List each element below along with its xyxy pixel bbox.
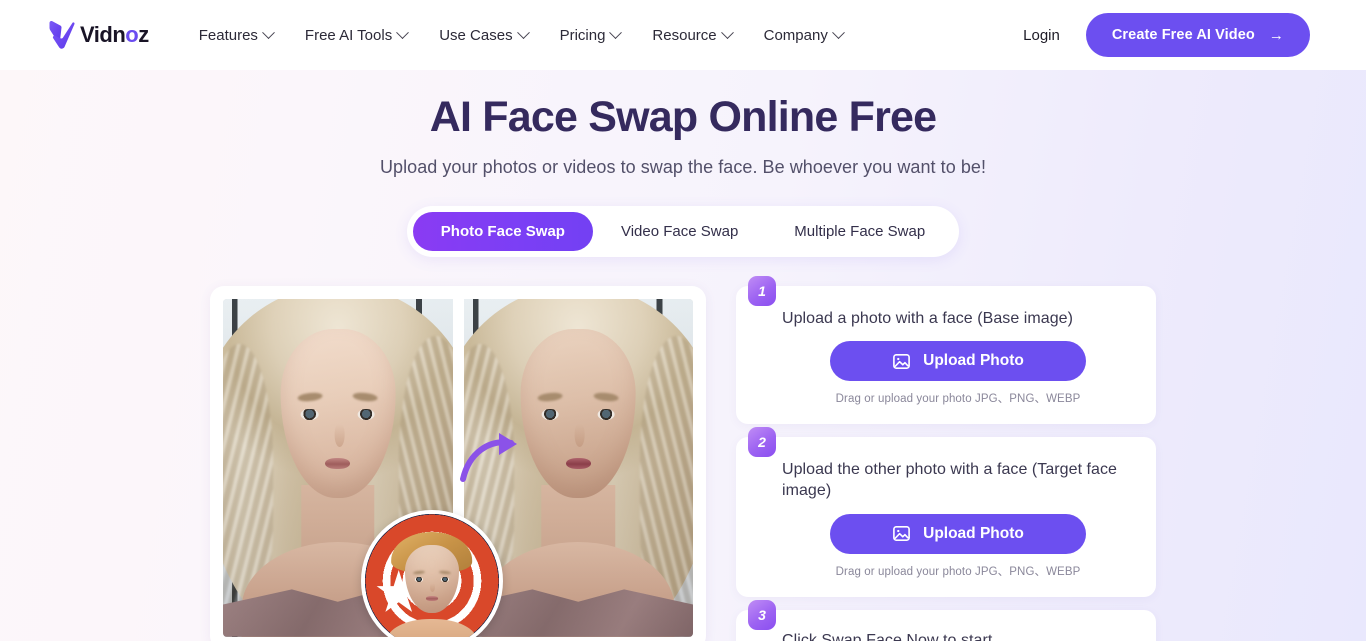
eye-right — [597, 408, 615, 421]
target-face-thumbnail — [361, 509, 503, 637]
nav-item-resource[interactable]: Resource — [636, 17, 747, 54]
nav-label: Resource — [652, 26, 717, 44]
upload-photo-button-1[interactable]: Upload Photo — [830, 341, 1086, 381]
upload-hint: Drag or upload your photo JPG、PNG、WEBP — [835, 393, 1081, 405]
vidnoz-logo[interactable]: Vidnoz — [48, 20, 149, 50]
mode-tabs: Photo Face Swap Video Face Swap Multiple… — [406, 205, 960, 257]
nav-label: Use Cases — [439, 26, 513, 44]
site-header: Vidnoz Features Free AI Tools Use Cases … — [0, 0, 1366, 70]
step-card-2: 2 Upload the other photo with a face (Ta… — [736, 427, 1156, 597]
step-number-badge: 1 — [748, 275, 776, 306]
main-nav: Features Free AI Tools Use Cases Pricing… — [183, 17, 859, 54]
arrow-right-icon: → — [1268, 26, 1284, 44]
mouth — [565, 457, 591, 470]
tab-photo-face-swap[interactable]: Photo Face Swap — [412, 211, 593, 251]
upload-button-label: Upload Photo — [923, 524, 1024, 542]
chevron-down-icon — [831, 25, 845, 39]
upload-button-label: Upload Photo — [923, 352, 1024, 369]
preview-images — [223, 298, 693, 637]
step-title: Click Swap Face Now to start — [782, 631, 993, 641]
nav-label: Company — [763, 26, 828, 44]
chevron-down-icon — [396, 25, 410, 39]
mode-tabs-wrapper: Photo Face Swap Video Face Swap Multiple… — [0, 205, 1366, 257]
upload-hint: Drag or upload your photo JPG、PNG、WEBP — [835, 565, 1081, 578]
login-link[interactable]: Login — [1023, 27, 1060, 44]
nav-item-features[interactable]: Features — [183, 17, 289, 54]
eye-left — [541, 408, 559, 421]
nose — [334, 423, 345, 448]
tab-multiple-face-swap[interactable]: Multiple Face Swap — [766, 212, 953, 251]
male-face-shape — [404, 545, 460, 613]
nav-label: Pricing — [559, 26, 606, 44]
nav-item-free-ai-tools[interactable]: Free AI Tools — [289, 17, 423, 54]
step-title: Upload the other photo with a face (Targ… — [782, 461, 1117, 500]
eye-left — [414, 576, 423, 582]
vidnoz-logo-mark — [49, 21, 75, 49]
nav-item-use-cases[interactable]: Use Cases — [423, 17, 543, 54]
chevron-down-icon — [609, 25, 623, 39]
eye-right — [357, 408, 375, 421]
step-number-badge: 3 — [748, 599, 776, 630]
eyebrow-left — [297, 392, 324, 404]
page-subtitle: Upload your photos or videos to swap the… — [379, 156, 986, 177]
image-upload-icon — [893, 526, 911, 541]
mouth — [325, 457, 351, 470]
upload-photo-button-2[interactable]: Upload Photo — [830, 513, 1086, 554]
cta-label: Create Free AI Video — [1111, 27, 1255, 43]
step-card-1: 1 Upload a photo with a face (Base image… — [736, 275, 1156, 424]
main-content: 1 Upload a photo with a face (Base image… — [0, 275, 1366, 641]
nav-item-pricing[interactable]: Pricing — [544, 17, 637, 54]
tab-video-face-swap[interactable]: Video Face Swap — [593, 212, 766, 251]
eyebrow-right — [592, 392, 619, 404]
eyebrow-right — [352, 392, 379, 404]
male-shoulders — [386, 618, 478, 637]
nav-item-company[interactable]: Company — [748, 17, 859, 54]
step-number-badge: 2 — [748, 427, 776, 457]
eyebrow-left — [412, 570, 426, 575]
eyebrow-left — [537, 392, 564, 404]
step-title: Upload a photo with a face (Base image) — [782, 309, 1074, 327]
nose — [574, 423, 586, 448]
mouth — [426, 596, 438, 602]
eye-right — [441, 576, 450, 582]
face-swap-demo-preview — [210, 285, 706, 641]
chevron-down-icon — [516, 25, 530, 39]
vidnoz-logo-text: Vidnoz — [80, 22, 149, 47]
nav-label: Free AI Tools — [304, 26, 393, 44]
chevron-down-icon — [720, 25, 734, 39]
step-card-3: 3 Click Swap Face Now to start — [736, 599, 1156, 641]
header-actions: Login Create Free AI Video → — [1023, 13, 1310, 57]
image-upload-icon — [893, 353, 911, 369]
chevron-down-icon — [262, 25, 275, 39]
create-free-ai-video-button[interactable]: Create Free AI Video → — [1085, 13, 1310, 57]
hero-section: AI Face Swap Online Free Upload your pho… — [0, 70, 1366, 178]
steps-panel: 1 Upload a photo with a face (Base image… — [736, 275, 1156, 641]
male-face — [386, 532, 478, 637]
nav-label: Features — [198, 26, 258, 44]
nose — [430, 582, 436, 593]
eyebrow-right — [438, 570, 452, 575]
page-title: AI Face Swap Online Free — [429, 93, 937, 141]
eye-left — [301, 408, 319, 421]
